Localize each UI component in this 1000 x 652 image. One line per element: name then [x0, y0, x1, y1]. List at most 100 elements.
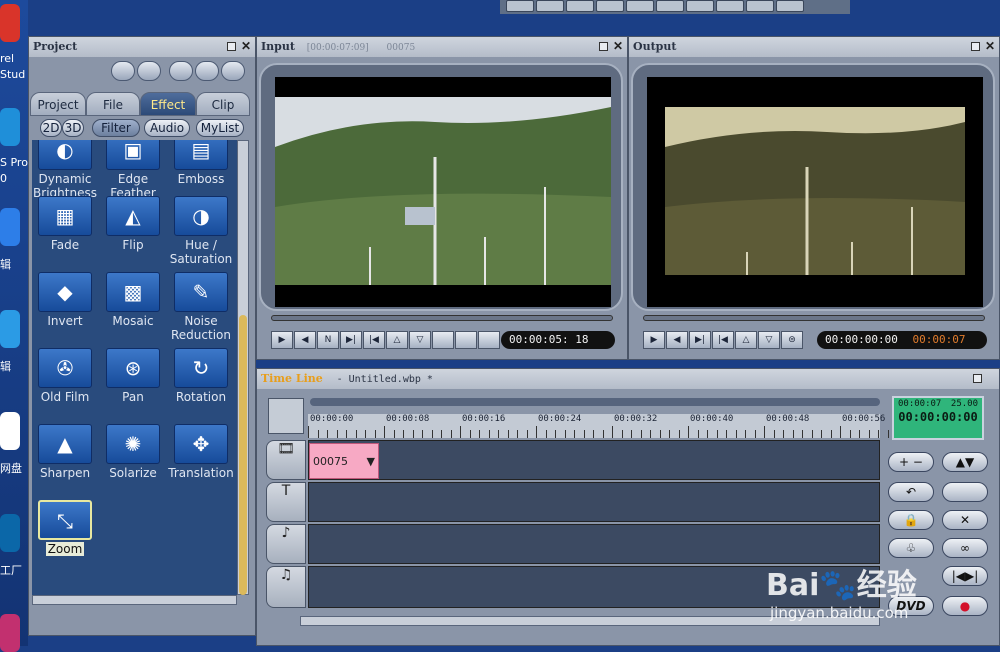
mark-in-icon[interactable]: △ [386, 331, 408, 349]
timeline-ruler[interactable]: 00:00:00 00:00:08 00:00:16 00:00:24 00:00:32… [308, 414, 908, 438]
effect-fade[interactable]: ▦ Fade [32, 196, 98, 252]
title-track[interactable] [308, 482, 880, 522]
maximize-icon[interactable] [973, 374, 982, 383]
output-scrub-slider[interactable] [643, 315, 985, 321]
maximize-icon[interactable] [227, 42, 236, 51]
mark-in-icon[interactable]: △ [735, 331, 757, 349]
start-icon[interactable]: |◀ [363, 331, 385, 349]
next-frame-icon[interactable]: ▶| [689, 331, 711, 349]
disabled-icon-2[interactable] [455, 331, 477, 349]
audio-track[interactable] [308, 524, 880, 564]
mark-out-icon[interactable]: ▽ [758, 331, 780, 349]
toolbar-pill-5[interactable] [221, 61, 245, 81]
toolbar-icon-2[interactable] [536, 0, 564, 12]
preview-icon[interactable]: ⊜ [781, 331, 803, 349]
app-icon-editor2[interactable] [0, 310, 20, 348]
filter-3d[interactable]: 3D [62, 119, 84, 137]
effect-solarize[interactable]: ✺ Solarize [100, 424, 166, 480]
paw-icon: 🐾 [819, 568, 857, 603]
app-icon-factory[interactable] [0, 514, 20, 552]
undo-button[interactable]: ↶ [888, 482, 934, 502]
effect-brightness[interactable]: ◐ Dynamic Brightness [32, 140, 98, 200]
filter-filter[interactable]: Filter [92, 119, 140, 137]
toolbar-pill-3[interactable] [169, 61, 193, 81]
record-button[interactable]: ● [942, 596, 988, 616]
toolbar-pill-1[interactable] [111, 61, 135, 81]
toolbar-icon-8[interactable] [716, 0, 744, 12]
toolbar-icon-5[interactable] [626, 0, 654, 12]
start-icon[interactable]: |◀ [712, 331, 734, 349]
effect-rotation[interactable]: ↻ Rotation [168, 348, 234, 404]
effect-sharpen[interactable]: ▲ Sharpen [32, 424, 98, 480]
up-down-button[interactable]: ▲▼ [942, 452, 988, 472]
maximize-icon[interactable] [971, 42, 980, 51]
input-scrub-slider[interactable] [271, 315, 613, 321]
effect-edge-feather[interactable]: ▣ Edge Feather [100, 140, 166, 200]
n-icon[interactable]: N [317, 331, 339, 349]
effect-old-film[interactable]: ✇ Old Film [32, 348, 98, 404]
app-icon-bottom[interactable] [0, 614, 20, 652]
app-icon-netdisk[interactable] [0, 412, 20, 450]
effect-invert[interactable]: ◆ Invert [32, 272, 98, 328]
disabled-icon-3[interactable] [478, 331, 500, 349]
timeline-zoom-bar[interactable] [310, 398, 880, 406]
app-icon-editor[interactable] [0, 208, 20, 246]
tab-project[interactable]: Project [30, 92, 86, 116]
toolbar-icon-7[interactable] [686, 0, 714, 12]
video-track-header[interactable]: 🎞 [266, 440, 306, 480]
effect-pan[interactable]: ⊛ Pan [100, 348, 166, 404]
effect-emboss[interactable]: ▤ Emboss [168, 140, 234, 186]
app-icon-red[interactable] [0, 4, 20, 42]
prev-frame-icon[interactable]: ◀ [294, 331, 316, 349]
effect-flip[interactable]: ◭ Flip [100, 196, 166, 252]
close-icon[interactable]: ✕ [985, 39, 995, 53]
effect-mosaic[interactable]: ▩ Mosaic [100, 272, 166, 328]
link-button[interactable]: ∞ [942, 538, 988, 558]
horizontal-scrollbar[interactable] [32, 595, 237, 605]
pan-icon: ⊛ [106, 348, 160, 388]
toolbar-icon-3[interactable] [566, 0, 594, 12]
split-button[interactable]: ♧ [888, 538, 934, 558]
mark-out-icon[interactable]: ▽ [409, 331, 431, 349]
tab-effect[interactable]: Effect [140, 92, 196, 116]
play-icon[interactable]: ▶ [271, 331, 293, 349]
scroll-thumb[interactable] [239, 315, 247, 595]
effect-translation[interactable]: ✥ Translation [168, 424, 234, 480]
effect-hue-saturation[interactable]: ◑ Hue / Saturation [168, 196, 234, 266]
disabled-icon-1[interactable] [432, 331, 454, 349]
maximize-icon[interactable] [599, 42, 608, 51]
filter-mylist[interactable]: MyList [196, 119, 244, 137]
toolbar-icon-10[interactable] [776, 0, 804, 12]
tab-file[interactable]: File [86, 92, 140, 116]
toolbar-icon-4[interactable] [596, 0, 624, 12]
zoom-in-out-button[interactable]: + − [888, 452, 934, 472]
timeline-clip[interactable]: 00075 ▼ [309, 443, 379, 479]
effect-zoom[interactable]: ⤡ Zoom [32, 500, 98, 556]
delete-button[interactable]: ✕ [942, 510, 988, 530]
timeline-tool-box[interactable] [268, 398, 304, 434]
filter-2d[interactable]: 2D [40, 119, 62, 137]
lock-button[interactable]: 🔒 [888, 510, 934, 530]
disabled-button-1[interactable] [942, 482, 988, 502]
music-track-header[interactable]: ♫ [266, 566, 306, 608]
toolbar-icon-1[interactable] [506, 0, 534, 12]
close-icon[interactable]: ✕ [613, 39, 623, 53]
tab-clip[interactable]: Clip [196, 92, 250, 116]
toolbar-icon-9[interactable] [746, 0, 774, 12]
next-frame-icon[interactable]: ▶| [340, 331, 362, 349]
toolbar-pill-4[interactable] [195, 61, 219, 81]
audio-track-header[interactable]: ♪ [266, 524, 306, 564]
toolbar-pill-2[interactable] [137, 61, 161, 81]
app-icon-blue[interactable] [0, 108, 20, 146]
close-icon[interactable]: ✕ [241, 39, 251, 53]
ruler-tick [555, 430, 556, 438]
prev-frame-icon[interactable]: ◀ [666, 331, 688, 349]
effect-noise-reduction[interactable]: ✎ Noise Reduction [168, 272, 234, 342]
skip-button[interactable]: |◀▶| [942, 566, 988, 586]
play-icon[interactable]: ▶ [643, 331, 665, 349]
ruler-tick-label: 00:00:56 [842, 414, 886, 424]
filter-audio[interactable]: Audio [144, 119, 190, 137]
title-track-header[interactable]: T [266, 482, 306, 522]
video-track[interactable]: 00075 ▼ [308, 440, 880, 480]
toolbar-icon-6[interactable] [656, 0, 684, 12]
